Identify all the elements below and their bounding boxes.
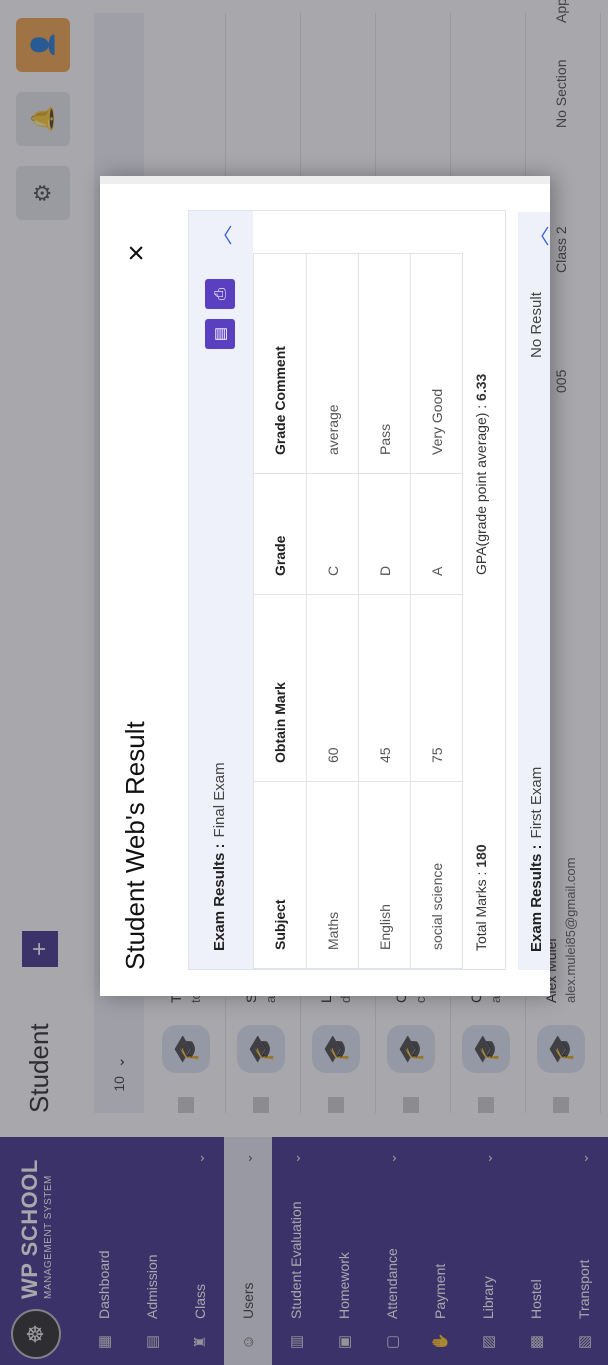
mark-cell: 45 [358,594,411,782]
result-table: Subject Obtain Mark Grade Grade Comment … [253,253,463,969]
table-row: English 45 D Pass [358,253,411,969]
total-marks-label: Total Marks : [473,867,489,951]
modal-title: Student Web's Result [120,721,150,970]
subject-cell: social science [410,781,463,969]
gpa: GPA(grade point average) : 6.33 [473,374,489,575]
mark-cell: 60 [306,594,359,782]
exam-result-header[interactable]: Exam Results : Final Exam ▤ ⎙ ︿ [189,211,253,969]
close-icon[interactable]: × [120,236,154,270]
grade-cell: C [306,473,359,595]
result-modal: Student Web's Result × Exam Results : Fin… [100,176,550,996]
exam-result-title: Exam Results : [528,844,545,952]
no-result-text: No Result [528,292,545,358]
mark-cell: 75 [410,594,463,782]
subject-cell: English [358,781,411,969]
comment-cell: average [306,253,359,474]
exam-result-card: Exam Results : Final Exam ▤ ⎙ ︿ Subject O… [188,210,506,970]
total-marks: Total Marks : 180 [473,844,489,951]
table-row: social science 75 A Very Good [410,253,463,969]
gpa-value: 6.33 [473,373,489,401]
modal-scrollbar[interactable] [100,176,550,184]
comment-cell: Very Good [410,253,463,474]
exam-result-label: Exam Results : First Exam [528,767,545,952]
result-totals: Total Marks : 180 GPA(grade point averag… [459,253,503,969]
gpa-label: GPA(grade point average) : [473,400,489,575]
grade-cell: D [358,473,411,595]
chevron-up-icon[interactable]: ︿ [207,225,236,245]
exam-name: First Exam [528,766,545,839]
col-subject: Subject [253,781,307,969]
grade-cell: A [410,473,463,595]
app-root: ☸ WP SCHOOL MANAGEMENT SYSTEM ▦ Dashboard… [0,0,608,1365]
exam-name: Final Exam [211,762,228,838]
exam-result-title: Exam Results : [211,843,228,951]
exam-result-card-2[interactable]: Exam Results : First Exam No Result ︿ [518,212,550,970]
exam-result-label: Exam Results : Final Exam [211,762,228,951]
col-obtain-mark: Obtain Mark [253,594,307,782]
comment-cell: Pass [358,253,411,474]
col-grade-comment: Grade Comment [253,253,307,474]
table-header-row: Subject Obtain Mark Grade Grade Comment [253,253,307,969]
print-icon[interactable]: ⎙ [205,279,235,309]
total-marks-value: 180 [473,844,489,868]
table-row: Maths 60 C average [306,253,359,969]
print-pdf-icon[interactable]: ▤ [205,319,235,349]
subject-cell: Maths [306,781,359,969]
col-grade: Grade [253,473,307,595]
chevron-up-icon[interactable]: ︿ [524,226,550,246]
